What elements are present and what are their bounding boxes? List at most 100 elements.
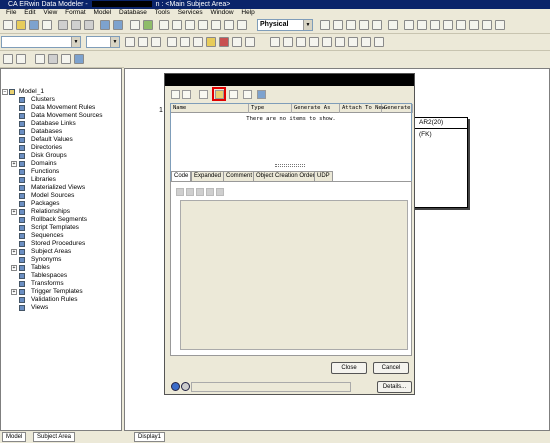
column-header-type[interactable]: Type <box>249 104 292 113</box>
cut-icon[interactable] <box>58 20 68 30</box>
font-color-icon[interactable] <box>219 37 229 47</box>
tree-item[interactable]: + Domains <box>1 160 121 168</box>
tree-item[interactable]: Synonyms <box>1 256 121 264</box>
entity-box[interactable]: AR2(20) (FK) <box>408 117 468 208</box>
expand-icon[interactable]: + <box>11 265 17 271</box>
column-header-generate-as[interactable]: Generate As <box>292 104 340 113</box>
print-icon[interactable] <box>42 20 52 30</box>
tree-item[interactable]: Disk Groups <box>1 152 121 160</box>
ellipse-icon[interactable] <box>430 20 440 30</box>
align-center-icon[interactable] <box>180 37 190 47</box>
tree-item[interactable]: Script Templates <box>1 224 121 232</box>
relationship-tool-icon[interactable] <box>346 20 356 30</box>
report-icon[interactable] <box>335 37 345 47</box>
font-name-select[interactable]: ▼ <box>1 36 81 48</box>
tree-item[interactable]: Clusters <box>1 96 121 104</box>
tree-item[interactable]: Materialized Views <box>1 184 121 192</box>
fill-color-icon[interactable] <box>206 37 216 47</box>
underline-icon[interactable] <box>151 37 161 47</box>
splitter-handle[interactable] <box>275 164 305 167</box>
tree-item[interactable]: + Trigger Templates <box>1 288 121 296</box>
find-icon[interactable] <box>130 20 140 30</box>
tab-comment[interactable]: Comment <box>223 171 256 181</box>
zoom-fit-icon[interactable] <box>185 20 195 30</box>
expand-icon[interactable]: + <box>11 249 17 255</box>
font-size-select[interactable]: ▼ <box>86 36 120 48</box>
import-icon[interactable] <box>206 188 214 196</box>
column-header-name[interactable]: Name <box>171 104 249 113</box>
tab-object-creation-order[interactable]: Object Creation Order <box>253 171 318 181</box>
align-right-icon[interactable] <box>193 37 203 47</box>
text-block-icon[interactable] <box>388 20 398 30</box>
column-header-attach[interactable]: Attach To New <box>340 104 385 113</box>
expand-icon[interactable]: + <box>11 161 17 167</box>
view-definition-icon[interactable] <box>237 20 247 30</box>
delete-icon[interactable] <box>35 54 45 64</box>
database-connect-icon[interactable] <box>309 37 319 47</box>
forward-icon[interactable] <box>16 54 26 64</box>
polygon-icon[interactable] <box>443 20 453 30</box>
copy-item-icon[interactable] <box>229 90 238 99</box>
line-color-icon[interactable] <box>232 37 242 47</box>
menu-view[interactable]: View <box>43 9 57 16</box>
menu-file[interactable]: File <box>6 9 16 16</box>
layout-icon[interactable] <box>348 37 358 47</box>
complete-compare-icon[interactable] <box>270 37 280 47</box>
tree-item[interactable]: Rollback Segments <box>1 216 121 224</box>
expand-icon[interactable]: + <box>11 209 17 215</box>
help-icon[interactable] <box>171 382 180 391</box>
entity-tool-icon[interactable] <box>320 20 330 30</box>
menu-model[interactable]: Model <box>94 9 112 16</box>
tree-item[interactable]: Functions <box>1 168 121 176</box>
tree-item[interactable]: + Tables <box>1 264 121 272</box>
line-icon[interactable] <box>456 20 466 30</box>
tree-item[interactable]: Packages <box>1 200 121 208</box>
menu-window[interactable]: Window <box>210 9 233 16</box>
tree-item[interactable]: + Subject Areas <box>1 248 121 256</box>
paste-icon[interactable] <box>84 20 94 30</box>
zoom-normal-icon[interactable] <box>198 20 208 30</box>
cancel-button[interactable]: Cancel <box>373 362 409 374</box>
bold-icon[interactable] <box>125 37 135 47</box>
nonidentifying-rel-icon[interactable] <box>372 20 382 30</box>
code-editor[interactable] <box>180 200 408 350</box>
sort-icon[interactable] <box>61 54 71 64</box>
cut-icon[interactable] <box>176 188 184 196</box>
tree-item[interactable]: Model Sources <box>1 192 121 200</box>
export-icon[interactable] <box>216 188 224 196</box>
column-header-generate[interactable]: Generate <box>382 104 413 113</box>
tree-item[interactable]: Sequences <box>1 232 121 240</box>
expand-icon[interactable]: + <box>11 289 17 295</box>
zoom-in-icon[interactable] <box>159 20 169 30</box>
tree-item[interactable]: Default Values <box>1 136 121 144</box>
tab-display1[interactable]: Display1 <box>134 432 166 442</box>
tree-item[interactable]: Views <box>1 304 121 312</box>
open-icon[interactable] <box>16 20 26 30</box>
rectangle-icon[interactable] <box>404 20 414 30</box>
copy-icon[interactable] <box>186 188 194 196</box>
navigate-icon[interactable] <box>181 382 190 391</box>
align-left-icon[interactable] <box>167 37 177 47</box>
view-relationship-icon[interactable] <box>495 20 505 30</box>
forward-icon[interactable] <box>182 90 191 99</box>
tree-item[interactable]: Tablespaces <box>1 272 121 280</box>
line-style-icon[interactable] <box>245 37 255 47</box>
redo-icon[interactable] <box>113 20 123 30</box>
tab-udp[interactable]: UDP <box>314 171 333 181</box>
tree-item[interactable]: Data Movement Sources <box>1 112 121 120</box>
tree-item[interactable]: Stored Procedures <box>1 240 121 248</box>
tree-item[interactable]: Libraries <box>1 176 121 184</box>
reverse-engineer-icon[interactable] <box>296 37 306 47</box>
view-entity-icon[interactable] <box>211 20 221 30</box>
copy-icon[interactable] <box>71 20 81 30</box>
menu-services[interactable]: Services <box>178 9 203 16</box>
back-icon[interactable] <box>171 90 180 99</box>
schema-generate-icon[interactable] <box>322 37 332 47</box>
filter-icon[interactable] <box>74 54 84 64</box>
italic-icon[interactable] <box>138 37 148 47</box>
zoom-out-icon[interactable] <box>172 20 182 30</box>
tree-item[interactable]: + Relationships <box>1 208 121 216</box>
view-attribute-icon[interactable] <box>224 20 234 30</box>
tree-item[interactable]: Validation Rules <box>1 296 121 304</box>
align-objects-icon[interactable] <box>361 37 371 47</box>
